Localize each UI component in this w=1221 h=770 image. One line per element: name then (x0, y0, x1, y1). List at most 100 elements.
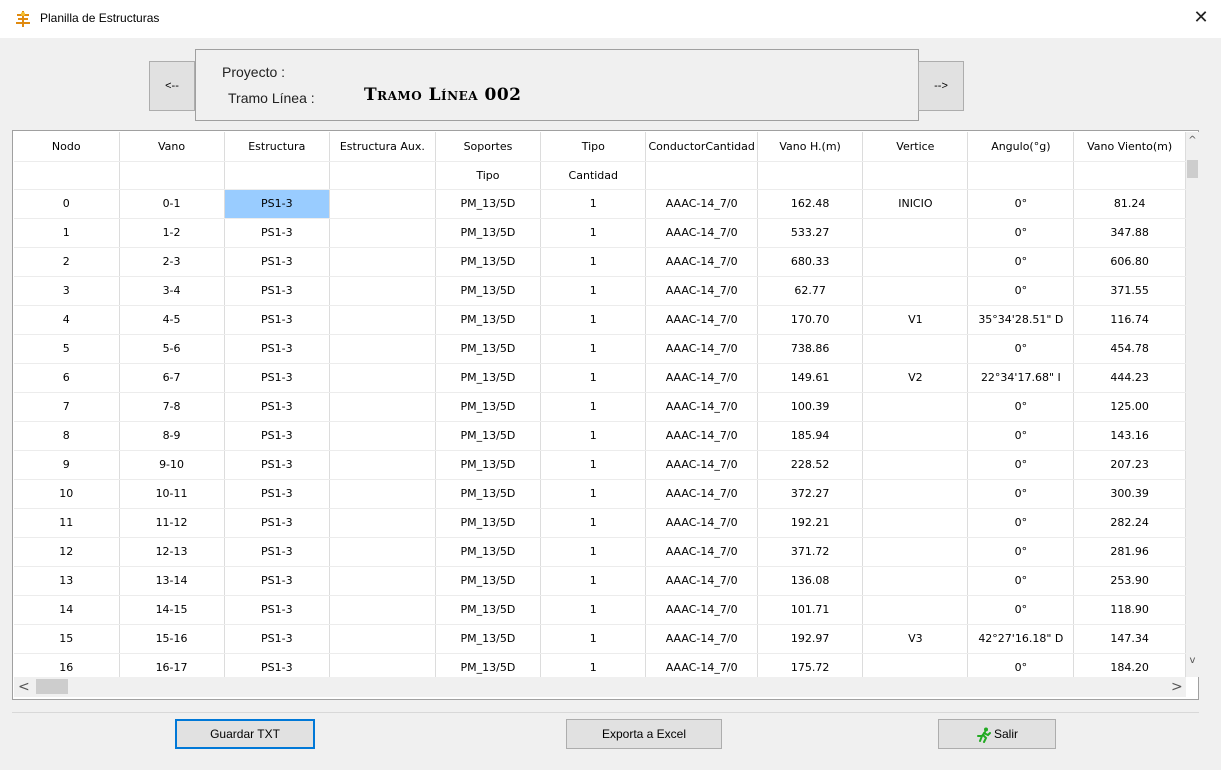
cell-conductor[interactable]: AAAC-14_7/0 (645, 392, 758, 422)
cell-vano[interactable]: 7-8 (119, 392, 225, 422)
cell-vano-h[interactable]: 170.70 (757, 305, 864, 335)
cell-angulo[interactable]: 0° (967, 653, 1075, 677)
scroll-right-arrow-icon[interactable]: > (1171, 679, 1183, 695)
cell-estructura-aux[interactable] (329, 189, 436, 219)
cell-vertice[interactable]: V3 (862, 624, 969, 654)
cell-estructura[interactable]: PS1-3 (224, 334, 330, 364)
cell-estructura[interactable]: PS1-3 (224, 479, 330, 509)
table-row[interactable]: 2 2-3 PS1-3 PM_13/5D 1 AAAC-14_7/0 680.33 0° 606… (14, 247, 1186, 277)
cell-tipo-cantidad[interactable]: 1 (540, 421, 647, 451)
cell-soportes-tipo[interactable]: PM_13/5D (435, 653, 542, 677)
cell-tipo-cantidad[interactable]: 1 (540, 334, 647, 364)
cell-angulo[interactable]: 0° (967, 566, 1075, 596)
cell-conductor[interactable]: AAAC-14_7/0 (645, 363, 758, 393)
cell-vano[interactable]: 5-6 (119, 334, 225, 364)
cell-vano-h[interactable]: 680.33 (757, 247, 864, 277)
cell-estructura[interactable]: PS1-3 (224, 566, 330, 596)
cell-tipo-cantidad[interactable]: 1 (540, 189, 647, 219)
cell-tipo-cantidad[interactable]: 1 (540, 305, 647, 335)
cell-vertice[interactable] (862, 508, 969, 538)
cell-vano-h[interactable]: 192.97 (757, 624, 864, 654)
cell-angulo[interactable]: 0° (967, 392, 1075, 422)
cell-nodo[interactable]: 10 (14, 479, 120, 509)
cell-conductor[interactable]: AAAC-14_7/0 (645, 189, 758, 219)
cell-nodo[interactable]: 3 (14, 276, 120, 306)
cell-soportes-tipo[interactable]: PM_13/5D (435, 218, 542, 248)
save-txt-button[interactable]: Guardar TXT (175, 719, 315, 749)
cell-vertice[interactable] (862, 653, 969, 677)
cell-nodo[interactable]: 2 (14, 247, 120, 277)
cell-vano[interactable]: 14-15 (119, 595, 225, 625)
cell-vano[interactable]: 1-2 (119, 218, 225, 248)
cell-soportes-tipo[interactable]: PM_13/5D (435, 450, 542, 480)
table-row[interactable]: 5 5-6 PS1-3 PM_13/5D 1 AAAC-14_7/0 738.86 0° 454… (14, 334, 1186, 364)
cell-vano[interactable]: 15-16 (119, 624, 225, 654)
cell-vano-h[interactable]: 149.61 (757, 363, 864, 393)
table-row[interactable]: 16 16-17 PS1-3 PM_13/5D 1 AAAC-14_7/0 175.72 0°… (14, 653, 1186, 677)
cell-vertice[interactable] (862, 566, 969, 596)
cell-angulo[interactable]: 35°34'28.51" D (967, 305, 1075, 335)
cell-vano-viento[interactable]: 444.23 (1073, 363, 1186, 393)
column-header-angulo[interactable]: Angulo(°g) (967, 132, 1075, 162)
cell-angulo[interactable]: 0° (967, 450, 1075, 480)
cell-vano[interactable]: 9-10 (119, 450, 225, 480)
cell-estructura[interactable]: PS1-3 (224, 363, 330, 393)
cell-vano[interactable]: 11-12 (119, 508, 225, 538)
cell-vano-h[interactable]: 175.72 (757, 653, 864, 677)
cell-estructura[interactable]: PS1-3 (224, 392, 330, 422)
cell-vano-viento[interactable]: 81.24 (1073, 189, 1186, 219)
cell-conductor[interactable]: AAAC-14_7/0 (645, 276, 758, 306)
cell-vertice[interactable]: V2 (862, 363, 969, 393)
cell-estructura-aux[interactable] (329, 276, 436, 306)
cell-nodo[interactable]: 1 (14, 218, 120, 248)
cell-tipo-cantidad[interactable]: 1 (540, 566, 647, 596)
cell-estructura-aux[interactable] (329, 566, 436, 596)
previous-tramo-button[interactable]: <-- (149, 61, 195, 111)
cell-tipo-cantidad[interactable]: 1 (540, 653, 647, 677)
table-row[interactable]: 6 6-7 PS1-3 PM_13/5D 1 AAAC-14_7/0 149.61 V2 22°… (14, 363, 1186, 393)
cell-vertice[interactable] (862, 276, 969, 306)
cell-vano-viento[interactable]: 347.88 (1073, 218, 1186, 248)
cell-estructura[interactable]: PS1-3 (224, 247, 330, 277)
cell-vano-h[interactable]: 738.86 (757, 334, 864, 364)
cell-tipo-cantidad[interactable]: 1 (540, 537, 647, 567)
cell-estructura-aux[interactable] (329, 595, 436, 625)
cell-estructura-aux[interactable] (329, 653, 436, 677)
cell-soportes-tipo[interactable]: PM_13/5D (435, 421, 542, 451)
cell-vano[interactable]: 3-4 (119, 276, 225, 306)
cell-conductor[interactable]: AAAC-14_7/0 (645, 218, 758, 248)
cell-vano-viento[interactable]: 371.55 (1073, 276, 1186, 306)
cell-nodo[interactable]: 11 (14, 508, 120, 538)
cell-estructura-aux[interactable] (329, 363, 436, 393)
horizontal-scrollbar[interactable]: < > (14, 677, 1186, 697)
cell-angulo[interactable]: 22°34'17.68" I (967, 363, 1075, 393)
cell-vertice[interactable] (862, 334, 969, 364)
table-row[interactable]: 14 14-15 PS1-3 PM_13/5D 1 AAAC-14_7/0 101.71 0°… (14, 595, 1186, 625)
cell-nodo[interactable]: 16 (14, 653, 120, 677)
cell-vertice[interactable] (862, 450, 969, 480)
cell-estructura-aux[interactable] (329, 624, 436, 654)
cell-tipo-cantidad[interactable]: 1 (540, 218, 647, 248)
cell-soportes-tipo[interactable]: PM_13/5D (435, 247, 542, 277)
cell-estructura-aux[interactable] (329, 421, 436, 451)
cell-nodo[interactable]: 12 (14, 537, 120, 567)
cell-estructura[interactable]: PS1-3 (224, 595, 330, 625)
cell-conductor[interactable]: AAAC-14_7/0 (645, 624, 758, 654)
cell-vertice[interactable] (862, 595, 969, 625)
cell-estructura[interactable]: PS1-3 (224, 508, 330, 538)
column-header-vano[interactable]: Vano (119, 132, 225, 162)
cell-angulo[interactable]: 0° (967, 537, 1075, 567)
horizontal-scroll-thumb[interactable] (36, 679, 68, 694)
cell-conductor[interactable]: AAAC-14_7/0 (645, 595, 758, 625)
table-row[interactable]: 11 11-12 PS1-3 PM_13/5D 1 AAAC-14_7/0 192.21 0°… (14, 508, 1186, 538)
scroll-down-arrow-icon[interactable]: v (1186, 654, 1199, 668)
cell-vano-viento[interactable]: 281.96 (1073, 537, 1186, 567)
cell-nodo[interactable]: 7 (14, 392, 120, 422)
cell-estructura-aux[interactable] (329, 218, 436, 248)
cell-vano[interactable]: 10-11 (119, 479, 225, 509)
cell-vano-viento[interactable]: 282.24 (1073, 508, 1186, 538)
cell-nodo[interactable]: 13 (14, 566, 120, 596)
cell-conductor[interactable]: AAAC-14_7/0 (645, 566, 758, 596)
cell-soportes-tipo[interactable]: PM_13/5D (435, 363, 542, 393)
cell-vano-viento[interactable]: 606.80 (1073, 247, 1186, 277)
